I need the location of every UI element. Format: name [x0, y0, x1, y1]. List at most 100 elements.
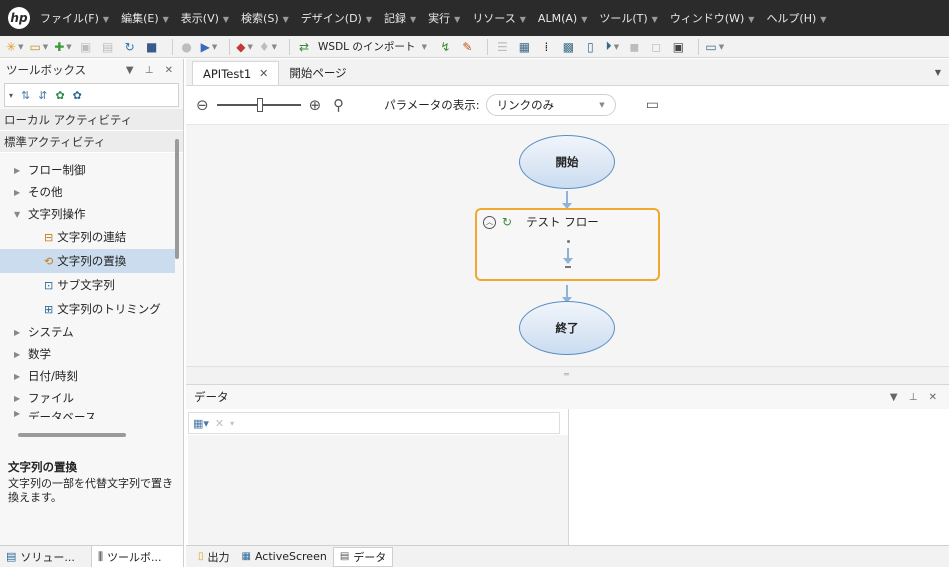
expand-icon: ▶ — [14, 327, 21, 337]
tree-node-math[interactable]: ▶ 数学 — [0, 343, 183, 365]
menu-record[interactable]: 記録 ▼ — [384, 10, 416, 26]
scroll-thumb[interactable] — [175, 139, 179, 259]
tree-node-string[interactable]: ▼ 文字列操作 — [0, 203, 183, 225]
start-node[interactable]: 開始 — [519, 135, 615, 189]
menu-edit[interactable]: 編集(E) ▼ — [121, 10, 169, 26]
tab-data[interactable]: ▤ データ — [332, 546, 394, 567]
save-icon[interactable]: ▣ — [78, 38, 94, 56]
group-icon[interactable]: ⇵ — [38, 89, 47, 102]
pause-icon[interactable]: ◻ — [648, 38, 664, 56]
debug-icon[interactable]: ◆ ▼ — [236, 38, 253, 56]
menu-help[interactable]: ヘルプ(H) ▼ — [766, 10, 826, 26]
calculator-icon[interactable]: ▣ — [670, 38, 686, 56]
output-icon: ▯ — [198, 551, 204, 562]
record-icon[interactable]: ■ — [144, 38, 160, 56]
delete-icon[interactable]: ✕ — [215, 417, 224, 430]
zoom-out-icon[interactable]: ⊖ — [196, 96, 209, 114]
menu-design[interactable]: デザイン(D) ▼ — [301, 10, 372, 26]
tree-leaf-trim[interactable]: ⊞ 文字列のトリミング — [0, 297, 183, 321]
pane-controls[interactable]: ▼ ⊥ ✕ — [890, 392, 941, 403]
collapse-icon[interactable]: ︿ — [483, 215, 496, 229]
tree-node-system[interactable]: ▶ システム — [0, 321, 183, 343]
group-label: テスト フロー — [526, 215, 599, 229]
refresh-icon[interactable]: ↻ — [122, 38, 138, 56]
test-flow-group[interactable]: ︿ ↻ テスト フロー — [475, 208, 660, 281]
pin-icon[interactable]: ♦ ▼ — [259, 38, 277, 56]
chevron-down-icon: ▼ — [222, 15, 230, 24]
run-icon[interactable]: ▶ ▼ — [201, 38, 218, 56]
tree-node-other[interactable]: ▶ その他 — [0, 181, 183, 203]
add-icon[interactable]: ✚ ▼ — [54, 38, 71, 56]
pane-splitter[interactable]: ═ — [186, 366, 949, 384]
wsdl-import-icon[interactable]: ⇄ — [296, 38, 312, 56]
new-icon[interactable]: ✳ ▼ — [6, 38, 23, 56]
section-local-activities[interactable]: ローカル アクティビティ — [0, 109, 183, 131]
connector-icon[interactable]: ↯ — [437, 38, 453, 56]
menu-alm[interactable]: ALM(A) ▼ — [538, 12, 587, 25]
close-icon[interactable]: ✕ — [259, 67, 268, 80]
step-icon[interactable]: ⏵ ▼ — [604, 38, 620, 56]
open-folder-icon[interactable]: ▭ ▼ — [29, 38, 48, 56]
chevron-down-icon: ▼ — [581, 14, 588, 24]
settings-icon[interactable]: ✿ — [55, 89, 64, 102]
add-data-source-icon[interactable]: ▦▾ — [193, 417, 209, 430]
tab-output[interactable]: ▯ 出力 — [192, 547, 236, 567]
menu-file[interactable]: ファイル(F) ▼ — [40, 10, 109, 26]
chevron-down-icon[interactable]: ▼ — [415, 38, 431, 56]
menu-window[interactable]: ウィンドウ(W) ▼ — [670, 10, 755, 26]
toolbar-separator — [289, 38, 291, 55]
tools-icon[interactable]: ✎ — [459, 38, 475, 56]
tab-toolbox[interactable]: ⫼ ツールボ... — [92, 546, 184, 567]
end-node[interactable]: 終了 — [519, 301, 615, 355]
tree-node-database[interactable]: ▶ データベース — [0, 409, 183, 419]
stop-icon[interactable]: ◼ — [626, 38, 642, 56]
toolbar-separator — [171, 38, 173, 55]
settings-dropdown-icon[interactable]: ✿ — [73, 89, 82, 102]
activity-description: 文字列の置換 文字列の一部を代替文字列で置き換えます。 — [0, 455, 183, 509]
properties-icon[interactable]: ▩ — [560, 38, 576, 56]
document-icon[interactable]: ▭ ▼ — [705, 38, 724, 56]
slider-knob[interactable] — [256, 98, 263, 112]
grid-icon[interactable]: ▦ — [516, 38, 532, 56]
horizontal-scrollbar[interactable] — [4, 431, 160, 439]
tab-list-icon[interactable]: ▼ — [935, 68, 941, 77]
pipeline-icon[interactable]: ⁞ — [538, 38, 554, 56]
menu-resources[interactable]: リソース ▼ — [472, 10, 526, 26]
zoom-in-icon[interactable]: ⊕ — [309, 96, 322, 114]
save-all-icon[interactable]: ▤ — [100, 38, 116, 56]
screen-icon[interactable]: ▭ — [646, 97, 659, 113]
zoom-search-icon[interactable]: ⚲ — [333, 96, 344, 114]
tree-leaf-replace[interactable]: ⟲ 文字列の置換 — [0, 249, 175, 273]
expand-icon: ▶ — [14, 393, 21, 403]
zoom-slider[interactable] — [216, 98, 301, 112]
menu-tools[interactable]: ツール(T) ▼ — [599, 10, 657, 26]
tree-node-datetime[interactable]: ▶ 日付/時刻 — [0, 365, 183, 387]
tree-leaf-concat[interactable]: ⊟ 文字列の連結 — [0, 225, 183, 249]
vertical-scrollbar[interactable] — [174, 119, 180, 419]
data-toolbar: ▦▾ ✕ ▾ — [188, 412, 560, 434]
scroll-thumb[interactable] — [18, 433, 126, 437]
wsdl-import-button[interactable]: WSDL のインポート — [318, 39, 415, 54]
dropdown-icon[interactable]: ▾ — [230, 419, 234, 428]
book-icon[interactable]: ▯ — [582, 38, 598, 56]
activescreen-icon: ▦ — [241, 551, 251, 562]
breakpoint-icon[interactable]: ● — [179, 38, 195, 56]
tab-solution[interactable]: ▤ ソリュー... — [0, 546, 92, 567]
menu-run[interactable]: 実行 ▼ — [428, 10, 460, 26]
panel-divider[interactable] — [568, 409, 569, 546]
menu-view[interactable]: 表示(V) ▼ — [181, 10, 229, 26]
toolbar-separator — [229, 38, 231, 55]
tree-node-flow[interactable]: ▶ フロー制御 — [0, 159, 183, 181]
section-standard-activities[interactable]: 標準アクティビティ — [0, 131, 183, 153]
menu-search[interactable]: 検索(S) ▼ — [241, 10, 289, 26]
list-icon[interactable]: ☰ — [494, 38, 510, 56]
dropdown-icon[interactable]: ▾ — [9, 91, 13, 100]
tree-leaf-substring[interactable]: ⊡ サブ文字列 — [0, 273, 183, 297]
pane-controls[interactable]: ▼ ⊥ ✕ — [126, 65, 177, 76]
tab-start-page[interactable]: 開始ページ — [279, 61, 356, 85]
tab-apitest1[interactable]: APITest1 ✕ — [192, 61, 280, 85]
parameter-display-select[interactable]: リンクのみ ▼ — [485, 94, 616, 116]
tree-node-file[interactable]: ▶ ファイル — [0, 387, 183, 409]
sort-icon[interactable]: ⇅ — [21, 89, 30, 102]
tab-activescreen[interactable]: ▦ ActiveScreen — [236, 547, 333, 567]
